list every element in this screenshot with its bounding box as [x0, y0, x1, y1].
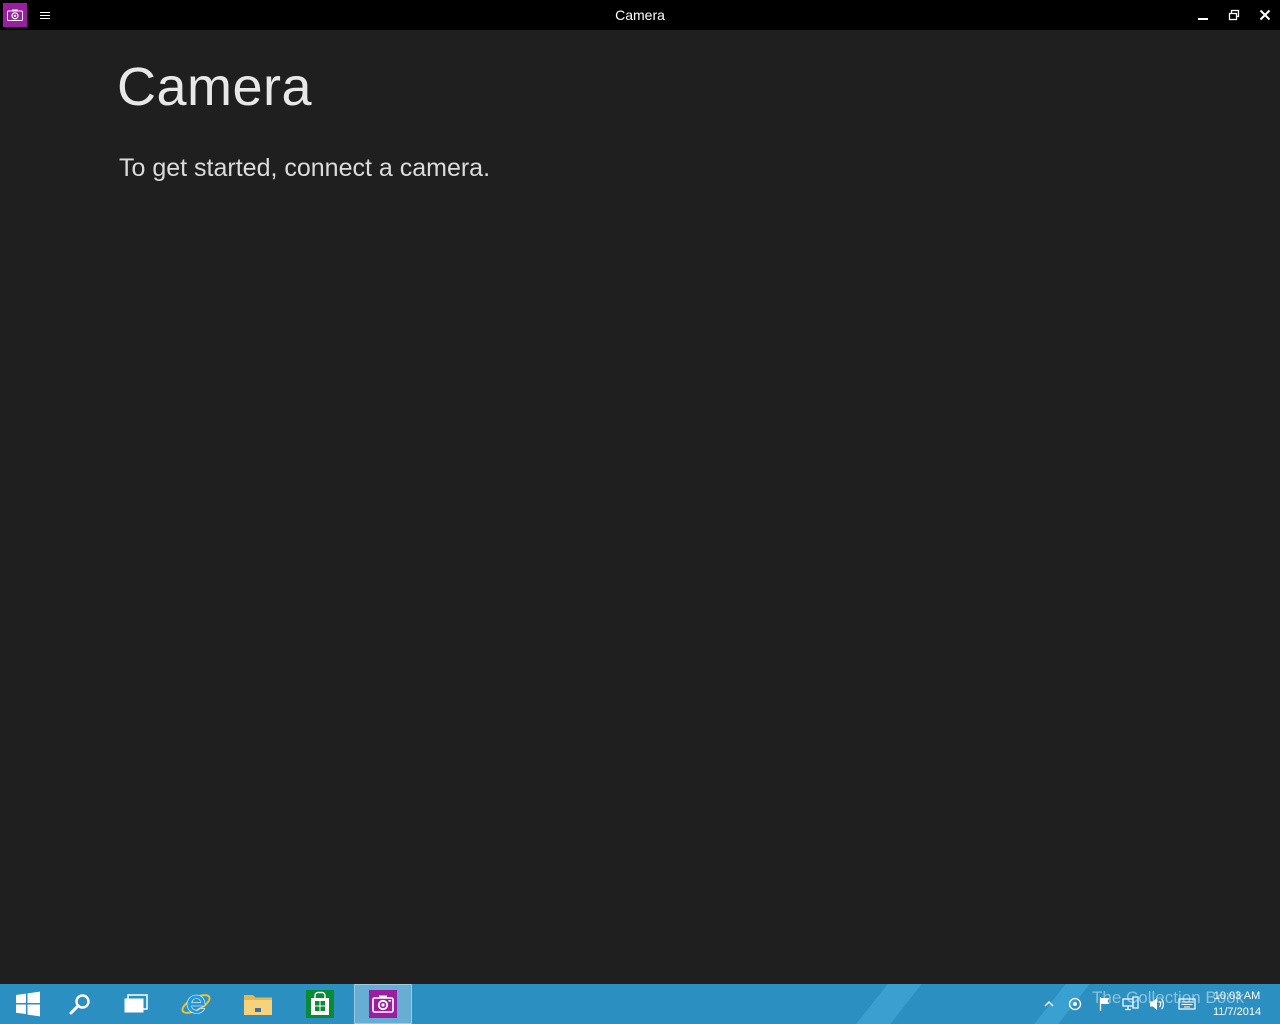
keyboard-icon: [1178, 998, 1196, 1010]
app-content: Camera To get started, connect a camera.: [0, 30, 1280, 984]
tray-item-feedback[interactable]: [1066, 984, 1084, 1024]
window-title: Camera: [615, 7, 665, 23]
tray-item-input-indicator[interactable]: [1176, 984, 1198, 1024]
page-title: Camera: [117, 57, 313, 117]
store-icon: [306, 990, 334, 1018]
task-view-icon: [124, 994, 148, 1013]
windows-logo-icon: [16, 991, 40, 1017]
store-button[interactable]: [292, 984, 348, 1024]
no-camera-message: To get started, connect a camera.: [119, 154, 491, 182]
show-hidden-icons-button[interactable]: [1040, 984, 1058, 1024]
hamburger-menu-icon[interactable]: [34, 6, 56, 24]
minimize-icon: [1198, 18, 1208, 20]
internet-explorer-button[interactable]: [168, 984, 224, 1024]
camera-icon: [369, 990, 397, 1018]
tray-item-action-center[interactable]: [1096, 984, 1114, 1024]
search-icon: [69, 994, 90, 1015]
restore-icon: [1228, 9, 1240, 21]
tray-item-network[interactable]: [1120, 984, 1142, 1024]
network-icon: [1122, 996, 1139, 1011]
feedback-icon: [1068, 997, 1082, 1011]
camera-app-icon[interactable]: [3, 3, 27, 27]
internet-explorer-icon: [181, 994, 211, 1014]
file-explorer-button[interactable]: [230, 984, 286, 1024]
close-icon: [1259, 9, 1271, 21]
taskbar-decoration: [856, 984, 922, 1024]
start-button[interactable]: [0, 984, 56, 1024]
chevron-up-icon: [1044, 1001, 1054, 1007]
close-button[interactable]: [1250, 0, 1280, 30]
folder-icon: [244, 995, 272, 1015]
taskbar-clock[interactable]: 10:03 AM 11/7/2014: [1204, 988, 1270, 1022]
search-button[interactable]: [52, 984, 108, 1024]
minimize-button[interactable]: [1188, 0, 1218, 30]
taskbar: The Collection Book 10:03 AM 11/7/2014: [0, 984, 1280, 1024]
task-view-button[interactable]: [108, 984, 164, 1024]
camera-taskbar-button[interactable]: [354, 984, 412, 1024]
title-bar: Camera: [0, 0, 1280, 30]
restore-button[interactable]: [1219, 0, 1249, 30]
clock-date: 11/7/2014: [1212, 1006, 1262, 1018]
tray-item-volume[interactable]: [1146, 984, 1168, 1024]
volume-icon: [1150, 998, 1164, 1010]
flag-icon: [1099, 997, 1110, 1011]
clock-time: 10:03 AM: [1213, 990, 1261, 1002]
